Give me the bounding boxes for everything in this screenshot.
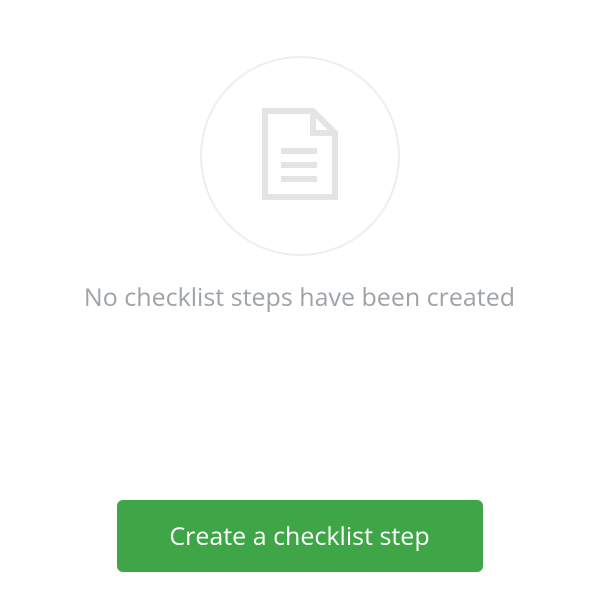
create-checklist-step-button[interactable]: Create a checklist step	[117, 500, 483, 572]
create-button-label: Create a checklist step	[169, 519, 429, 553]
empty-state-message: No checklist steps have been created	[84, 280, 515, 314]
empty-state: No checklist steps have been created	[0, 0, 599, 314]
empty-state-icon-circle	[200, 56, 400, 256]
document-icon	[261, 107, 339, 206]
